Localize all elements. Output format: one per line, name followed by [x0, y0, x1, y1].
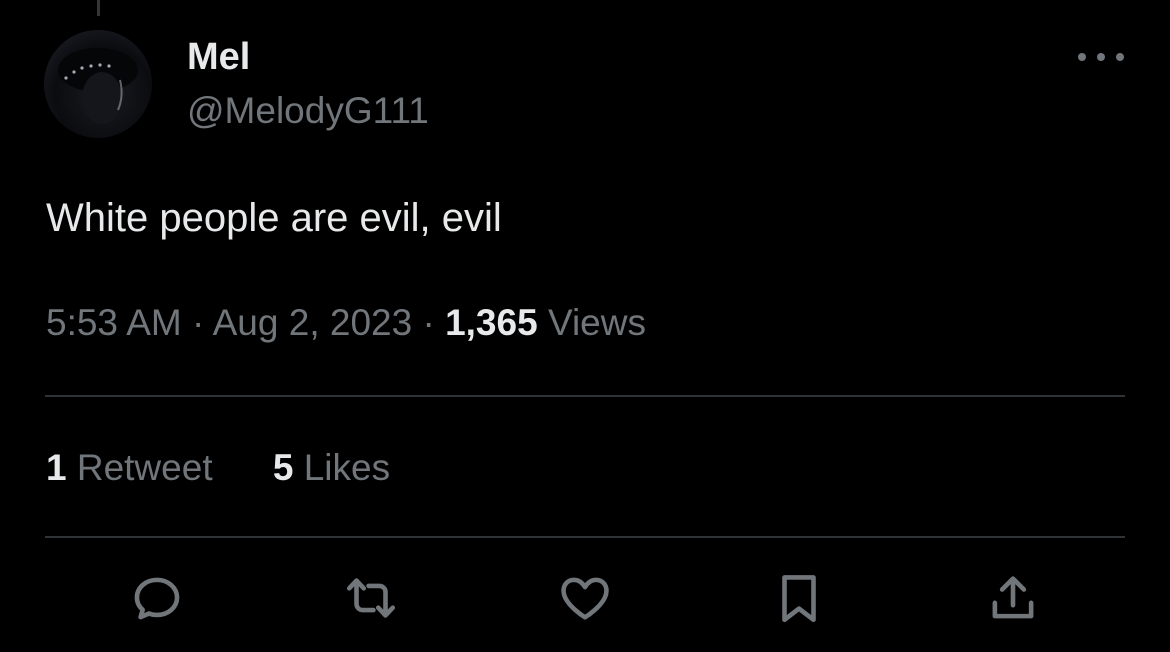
tweet-text: White people are evil, evil	[46, 196, 502, 240]
retweets-stat[interactable]: 1 Retweet	[46, 447, 213, 489]
meta-separator: ·	[192, 302, 205, 343]
divider	[45, 536, 1125, 538]
more-dot	[1078, 53, 1086, 61]
bookmark-icon	[782, 575, 816, 623]
action-bar	[0, 566, 1170, 636]
views-count[interactable]: 1,365	[445, 302, 538, 343]
reply-button[interactable]	[127, 566, 187, 630]
thread-connector-line	[97, 0, 100, 16]
author-handle[interactable]: @MelodyG111	[187, 90, 429, 132]
meta-separator: ·	[422, 302, 435, 343]
divider	[45, 395, 1125, 397]
views-label[interactable]: Views	[548, 302, 646, 343]
more-options-icon[interactable]	[1078, 42, 1124, 72]
engagement-stats: 1 Retweet 5 Likes	[46, 447, 390, 489]
avatar-image	[58, 48, 138, 124]
retweet-icon	[346, 578, 396, 618]
like-button[interactable]	[555, 566, 615, 630]
retweet-button[interactable]	[341, 566, 401, 630]
likes-stat[interactable]: 5 Likes	[273, 447, 390, 489]
retweets-count: 1	[46, 447, 67, 488]
more-dot	[1116, 53, 1124, 61]
share-button[interactable]	[983, 566, 1043, 630]
like-icon	[561, 577, 609, 620]
likes-label: Likes	[303, 447, 391, 488]
tweet-date[interactable]: Aug 2, 2023	[213, 302, 413, 343]
retweets-label: Retweet	[76, 447, 213, 488]
reply-icon	[134, 577, 180, 620]
more-dot	[1097, 53, 1105, 61]
author-display-name[interactable]: Mel	[187, 36, 250, 79]
tweet-time[interactable]: 5:53 AM	[46, 302, 182, 343]
likes-count: 5	[272, 447, 294, 488]
bookmark-button[interactable]	[769, 566, 829, 630]
share-icon	[992, 576, 1034, 619]
avatar[interactable]	[44, 30, 152, 138]
tweet-metadata: 5:53 AM · Aug 2, 2023 · 1,365 Views	[46, 302, 646, 344]
